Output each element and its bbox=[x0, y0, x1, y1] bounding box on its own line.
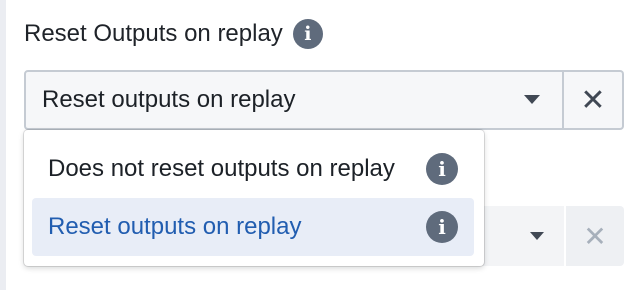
caret-down-icon bbox=[530, 232, 544, 240]
clear-button[interactable]: ✕ bbox=[564, 70, 624, 130]
menu-item-does-not-reset[interactable]: Does not reset outputs on replay i bbox=[32, 140, 474, 198]
info-icon[interactable]: i bbox=[426, 211, 458, 243]
left-panel-border bbox=[0, 0, 6, 290]
field-label: Reset Outputs on replay bbox=[24, 20, 283, 47]
info-icon[interactable]: i bbox=[426, 153, 458, 185]
reset-outputs-select[interactable]: Reset outputs on replay bbox=[24, 70, 564, 130]
menu-item-reset[interactable]: Reset outputs on replay i bbox=[32, 198, 474, 256]
info-icon[interactable]: i bbox=[292, 19, 323, 49]
second-select[interactable] bbox=[480, 206, 564, 266]
select-value: Reset outputs on replay bbox=[42, 86, 296, 113]
dropdown-menu: Does not reset outputs on replay i Reset… bbox=[24, 130, 484, 266]
second-clear-button[interactable]: ✕ bbox=[566, 206, 624, 266]
menu-item-label: Reset outputs on replay bbox=[48, 213, 302, 240]
caret-down-icon bbox=[524, 95, 540, 104]
menu-item-label: Does not reset outputs on replay bbox=[48, 155, 395, 182]
field-label-row: Reset Outputs on replay i bbox=[24, 14, 323, 54]
